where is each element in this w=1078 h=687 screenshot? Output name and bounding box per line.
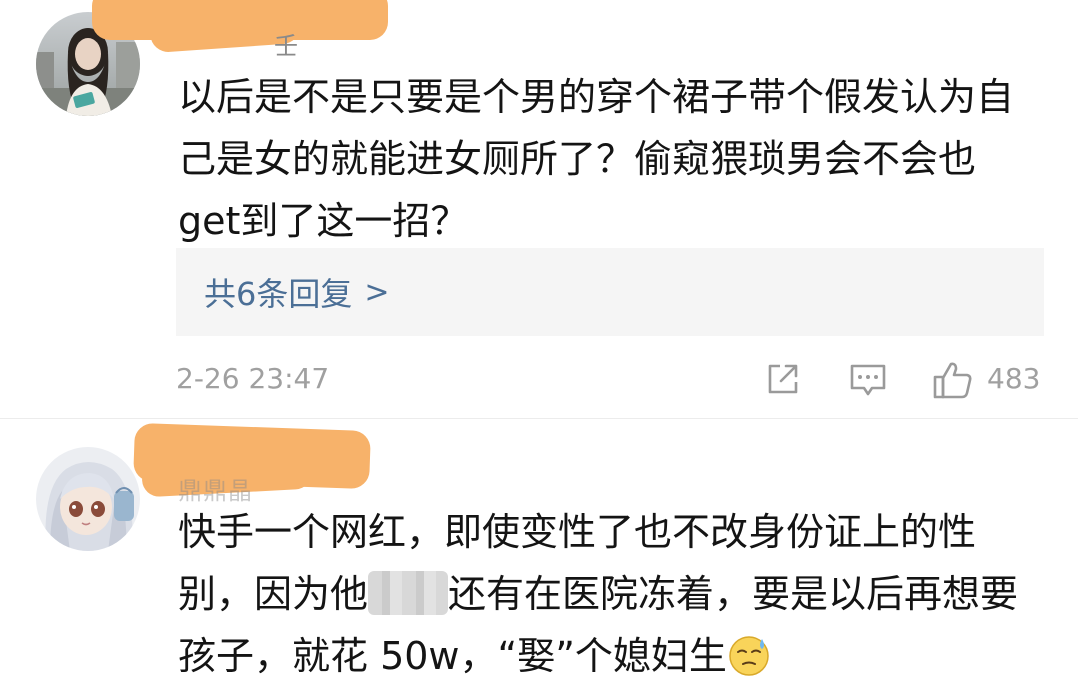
like-button[interactable]: [932, 360, 974, 400]
replies-count-label: 共6条回复: [204, 275, 353, 313]
comment-text: 以后是不是只要是个男的穿个裙子带个假发认为自 己是女的就能进女厕所了？偷窥猥琐男…: [178, 75, 1015, 243]
comment-item: 鼎鼎晶 快手一个网红，即使变性了也不改身份证上的性 别，因为他 还有在医院冻着，要…: [0, 419, 1078, 680]
comment-icon: [850, 364, 886, 396]
share-icon: [768, 364, 798, 394]
share-button[interactable]: [764, 360, 802, 398]
avatar[interactable]: [36, 447, 140, 551]
thumbs-up-icon: [933, 362, 972, 399]
like-count: 483: [987, 362, 1041, 395]
comment-timestamp: 2-26 23:47: [176, 362, 330, 395]
cold-sweat-emoji-icon: [729, 636, 769, 676]
view-replies-button[interactable]: 共6条回复 >: [176, 248, 1044, 336]
avatar-photo: [36, 447, 140, 551]
comment-text: 快手一个网红，即使变性了也不改身份证上的性 别，因为他 还有在医院冻着，要是以后再…: [178, 501, 1038, 687]
comment-meta-row: 2-26 23:47 483: [176, 356, 1044, 404]
chevron-right-icon: >: [364, 274, 390, 310]
blurred-text-redaction: [368, 571, 449, 615]
reply-comment-button[interactable]: [848, 360, 888, 400]
username-remnant: 壬: [274, 32, 299, 60]
comment-item: 壬 以后是不是只要是个男的穿个裙子带个假发认为自 己是女的就能进女厕所了？偷窥猥…: [0, 0, 1078, 418]
